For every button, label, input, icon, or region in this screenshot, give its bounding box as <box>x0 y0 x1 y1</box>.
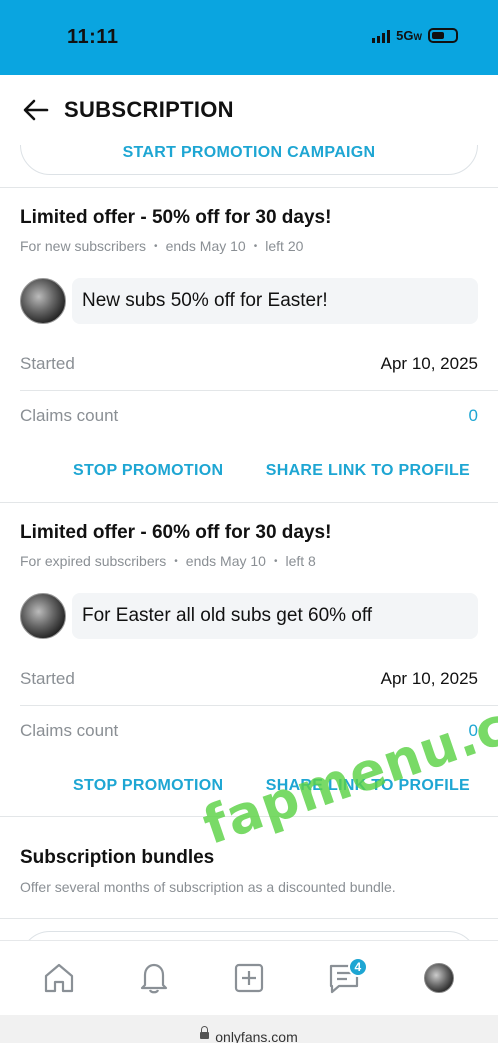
add-post-icon[interactable] <box>219 953 279 1003</box>
bundles-title: Subscription bundles <box>20 847 215 868</box>
stop-promotion-button[interactable]: STOP PROMOTION <box>73 777 223 795</box>
started-value: Apr 10, 2025 <box>380 669 478 688</box>
lock-icon <box>200 1026 210 1040</box>
promotion-ends: ends May 10 <box>185 553 266 569</box>
started-value: Apr 10, 2025 <box>380 354 478 373</box>
signal-icon <box>372 29 391 43</box>
url-text: onlyfans.com <box>215 1029 298 1043</box>
page-title: SUBSCRIPTION <box>64 97 234 122</box>
start-promotion-campaign-button[interactable]: START PROMOTION CAMPAIGN <box>20 145 478 175</box>
browser-url-bar[interactable]: onlyfans.com <box>0 1015 498 1043</box>
bottom-nav: 4 <box>0 940 498 1015</box>
bundles-description: Offer several months of subscription as … <box>20 879 396 895</box>
page-header: SUBSCRIPTION <box>0 75 498 145</box>
promotion-message: New subs 50% off for Easter! <box>72 278 478 324</box>
status-bar: 11:11 5GW <box>0 0 498 75</box>
content-scroll[interactable]: START PROMOTION CAMPAIGN Limited offer -… <box>0 145 498 940</box>
promotion-left: left 8 <box>285 553 316 569</box>
notifications-icon[interactable] <box>124 953 184 1003</box>
promotion-message-row: New subs 50% off for Easter! <box>20 278 478 324</box>
claims-row: Claims count 0 <box>20 391 478 441</box>
promotion-meta: For new subscribers • ends May 10 • left… <box>20 238 303 254</box>
divider <box>0 187 498 188</box>
promotion-title: Limited offer - 60% off for 30 days! <box>20 522 332 543</box>
avatar <box>20 278 66 324</box>
claims-label: Claims count <box>20 721 119 740</box>
status-indicators: 5GW <box>372 28 458 43</box>
separator-dot: • <box>154 240 158 252</box>
avatar <box>423 963 454 993</box>
promotion-message-row: For Easter all old subs get 60% off <box>20 593 478 639</box>
stop-promotion-button[interactable]: STOP PROMOTION <box>73 462 223 480</box>
divider <box>0 816 498 817</box>
messages-badge: 4 <box>347 957 368 977</box>
profile-avatar[interactable] <box>409 953 469 1003</box>
promotion-left: left 20 <box>265 238 304 254</box>
separator-dot: • <box>253 240 258 252</box>
started-label: Started <box>20 669 75 688</box>
promotion-title: Limited offer - 50% off for 30 days! <box>20 207 332 228</box>
share-link-button[interactable]: SHARE LINK TO PROFILE <box>266 462 470 480</box>
share-link-button[interactable]: SHARE LINK TO PROFILE <box>266 777 470 795</box>
home-icon[interactable] <box>29 953 89 1003</box>
claims-label: Claims count <box>20 406 119 425</box>
started-label: Started <box>20 354 75 373</box>
promotion-audience: For new subscribers <box>20 238 147 254</box>
promotion-actions: STOP PROMOTION SHARE LINK TO PROFILE <box>0 777 498 795</box>
battery-icon <box>428 28 458 43</box>
promotion-meta: For expired subscribers • ends May 10 • … <box>20 553 316 569</box>
promotion-actions: STOP PROMOTION SHARE LINK TO PROFILE <box>0 462 498 480</box>
separator-dot: • <box>174 555 178 567</box>
claims-value[interactable]: 0 <box>469 406 478 426</box>
promotion-audience: For expired subscribers <box>20 553 167 569</box>
claims-row: Claims count 0 <box>20 706 478 756</box>
network-label: 5GW <box>396 28 422 43</box>
started-row: Started Apr 10, 2025 <box>20 339 478 389</box>
status-time: 11:11 <box>67 26 119 48</box>
divider <box>0 502 498 503</box>
divider <box>0 918 498 919</box>
avatar <box>20 593 66 639</box>
separator-dot: • <box>273 555 278 567</box>
create-bundle-button[interactable] <box>20 931 478 940</box>
back-arrow-icon[interactable] <box>16 90 56 130</box>
claims-value[interactable]: 0 <box>469 721 478 741</box>
messages-icon[interactable]: 4 <box>314 953 374 1003</box>
promotion-message: For Easter all old subs get 60% off <box>72 593 478 639</box>
promotion-ends: ends May 10 <box>165 238 246 254</box>
started-row: Started Apr 10, 2025 <box>20 654 478 704</box>
